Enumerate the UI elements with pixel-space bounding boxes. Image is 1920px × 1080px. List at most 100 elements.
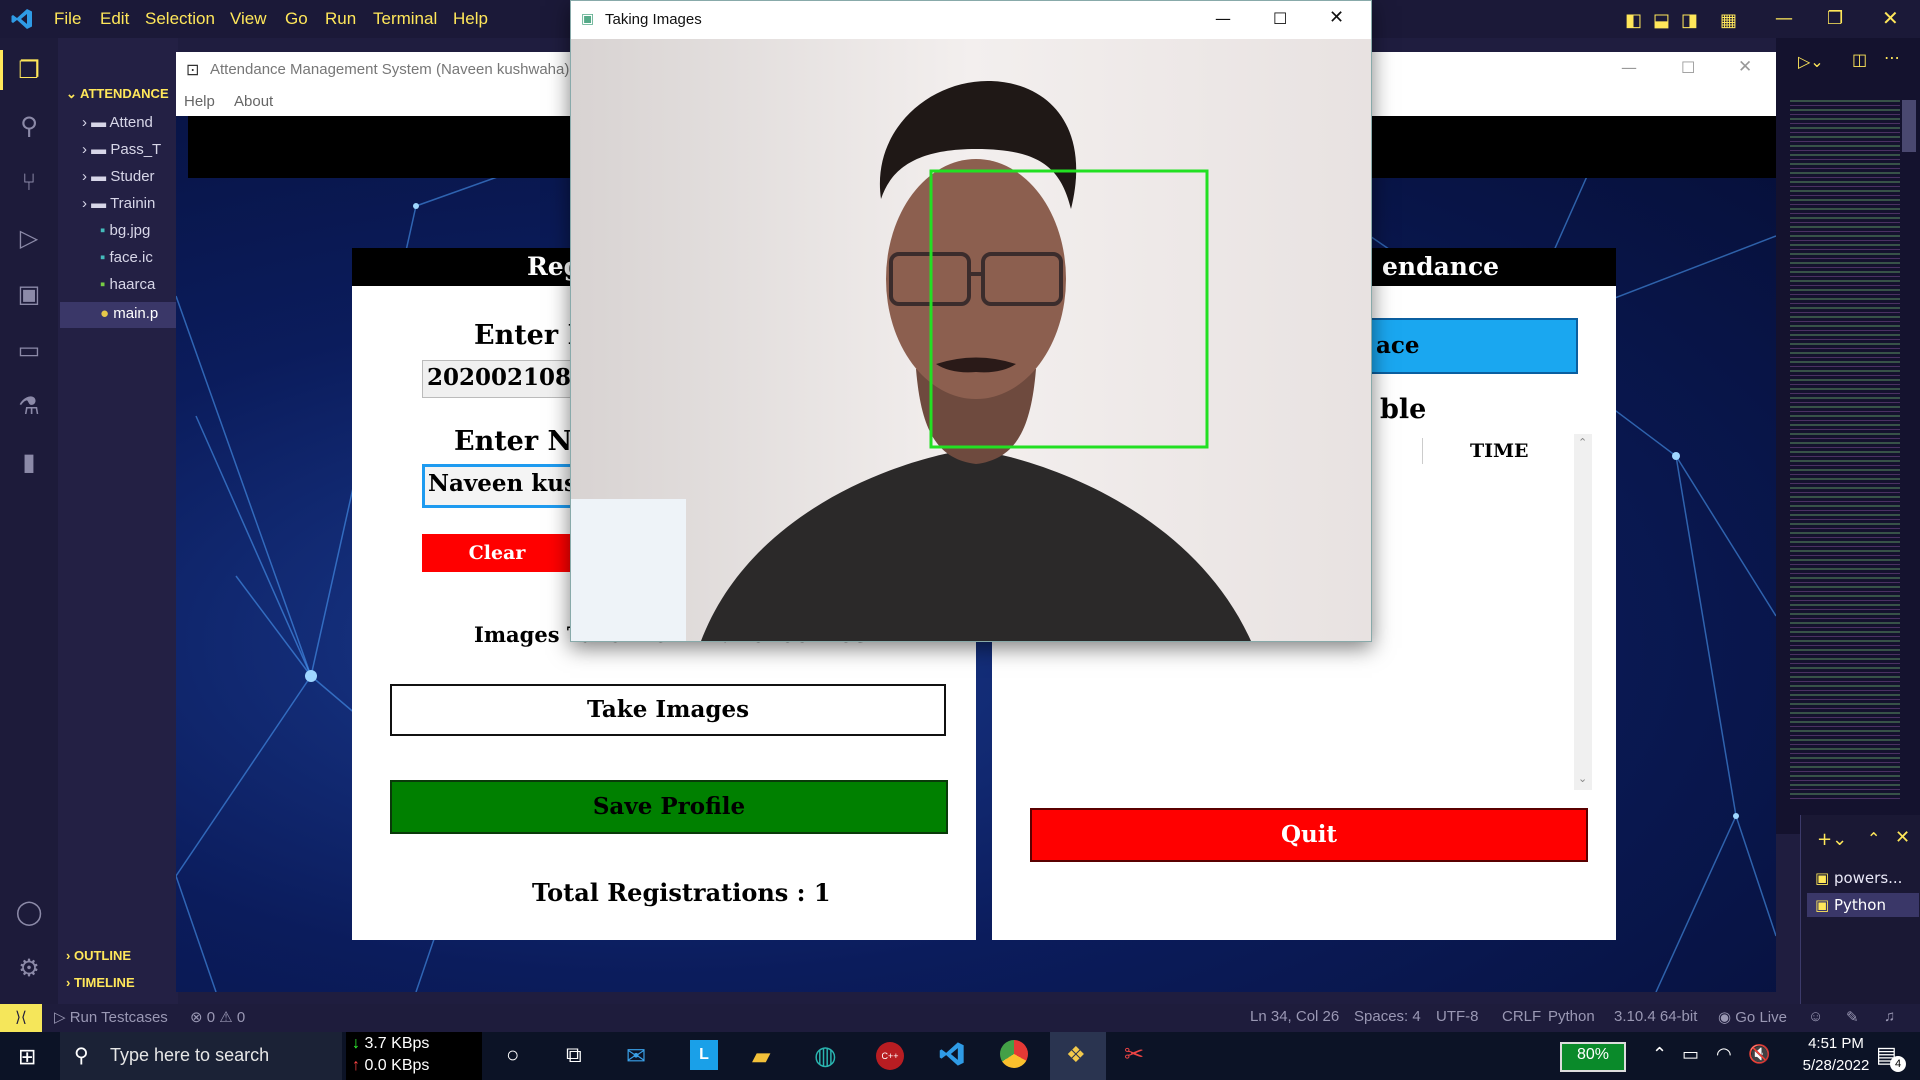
menu-help[interactable]: Help — [453, 9, 488, 29]
go-live[interactable]: ◉ Go Live — [1718, 1008, 1787, 1026]
take-attendance-button[interactable]: ace — [1362, 318, 1578, 374]
encoding[interactable]: UTF-8 — [1436, 1008, 1479, 1025]
timeline-section[interactable]: › TIMELINE — [66, 975, 135, 990]
menu-run[interactable]: Run — [325, 9, 356, 29]
run-debug-icon[interactable]: ▷ — [13, 222, 45, 254]
line-endings[interactable]: CRLF — [1502, 1008, 1541, 1025]
close-icon[interactable]: ✕ — [1882, 6, 1899, 30]
python-interpreter[interactable]: 3.10.4 64-bit — [1614, 1008, 1697, 1025]
file-explorer-icon[interactable]: ▰ — [752, 1042, 770, 1071]
scroll-up-icon[interactable]: ⌃ — [1578, 436, 1587, 449]
id-input[interactable]: 2020021082 — [422, 360, 587, 398]
customize-layout-icon[interactable]: ▦ — [1720, 10, 1737, 31]
edge-browser-icon[interactable]: ◍ — [814, 1040, 837, 1071]
toggle-secondary-sidebar-icon[interactable]: ◨ — [1681, 10, 1698, 31]
copilot-icon[interactable]: ☺ — [1808, 1008, 1823, 1025]
maximize-panel-icon[interactable]: ⌃ — [1867, 829, 1880, 848]
tree-item-selected[interactable]: ● main.p — [60, 302, 178, 328]
charts-icon[interactable]: ▮ — [13, 446, 45, 478]
maximize-icon[interactable]: ☐ — [1273, 9, 1287, 28]
clock-time[interactable]: 4:51 PM — [1786, 1035, 1886, 1052]
wifi-icon[interactable]: ◠ — [1716, 1044, 1732, 1065]
battery-indicator[interactable]: 80% — [1560, 1042, 1626, 1072]
menu-file[interactable]: File — [54, 9, 81, 29]
restore-icon[interactable]: ❐ — [1827, 8, 1843, 29]
scrollbar-thumb[interactable] — [1902, 100, 1916, 152]
volume-muted-icon[interactable]: 🔇 — [1748, 1044, 1770, 1065]
run-testcases[interactable]: ▷ Run Testcases — [54, 1008, 168, 1026]
snipping-tool-icon[interactable]: ✂ — [1124, 1040, 1144, 1069]
scroll-down-icon[interactable]: ⌄ — [1578, 772, 1587, 785]
menu-edit[interactable]: Edit — [100, 9, 129, 29]
remote-explorer-icon[interactable]: ▭ — [13, 334, 45, 366]
more-actions-icon[interactable]: ⋯ — [1884, 48, 1900, 67]
source-control-icon[interactable]: ⑂ — [13, 166, 45, 198]
menu-view[interactable]: View — [230, 9, 267, 29]
explorer-icon[interactable]: ❐ — [13, 54, 45, 86]
minimap[interactable] — [1790, 100, 1900, 800]
linkedin-learning-icon[interactable]: L — [690, 1040, 718, 1070]
clock-date[interactable]: 5/28/2022 — [1786, 1057, 1886, 1074]
task-view-icon[interactable]: ⧉ — [566, 1042, 582, 1068]
time-column-header[interactable]: TIME — [1470, 440, 1529, 462]
testing-icon[interactable]: ⚗ — [13, 390, 45, 422]
minimize-icon[interactable]: — — [1215, 9, 1231, 28]
table-scrollbar[interactable]: ⌃ ⌄ — [1574, 434, 1592, 790]
menu-selection[interactable]: Selection — [145, 9, 215, 29]
tree-item-file[interactable]: ▪ haarca — [100, 276, 155, 293]
feedback-icon[interactable]: ✎ — [1846, 1008, 1859, 1026]
clear-button[interactable]: Clear — [422, 534, 572, 572]
attendance-table[interactable]: TIME ⌃ ⌄ — [1360, 434, 1592, 790]
editor-area[interactable]: ▷⌄ ◫ ⋯ — [1776, 38, 1920, 834]
vscode-taskbar-icon[interactable] — [938, 1040, 966, 1073]
tree-item-folder[interactable]: › ▬ Studer — [82, 168, 155, 185]
taskbar-search-box[interactable]: ⚲ Type here to search — [60, 1032, 342, 1080]
tree-item-folder[interactable]: › ▬ Trainin — [82, 195, 155, 212]
tree-item-file[interactable]: ▪ bg.jpg — [100, 222, 150, 239]
run-file-icon[interactable]: ▷⌄ — [1798, 52, 1824, 71]
minimize-icon[interactable]: — — [1621, 58, 1637, 77]
account-icon[interactable]: ◯ — [13, 896, 45, 928]
language-mode[interactable]: Python — [1548, 1008, 1595, 1025]
close-panel-icon[interactable]: ✕ — [1895, 827, 1910, 848]
chrome-icon[interactable] — [1000, 1040, 1028, 1068]
windows-start-icon[interactable]: ⊞ — [18, 1044, 36, 1070]
problems-indicator[interactable]: ⊗ 0 ⚠ 0 — [190, 1008, 245, 1026]
remote-icon[interactable]: ⟩⟨ — [0, 1004, 42, 1032]
explorer-section-title[interactable]: ⌄ ATTENDANCE — [66, 86, 169, 102]
menu-go[interactable]: Go — [285, 9, 308, 29]
show-hidden-icons[interactable]: ⌃ — [1652, 1044, 1667, 1065]
devcpp-icon[interactable]: C++ — [876, 1042, 904, 1070]
search-icon[interactable]: ⚲ — [13, 110, 45, 142]
split-editor-icon[interactable]: ◫ — [1852, 50, 1867, 69]
indentation[interactable]: Spaces: 4 — [1354, 1008, 1421, 1025]
close-icon[interactable]: ✕ — [1738, 57, 1752, 77]
cortana-icon[interactable]: ○ — [506, 1042, 519, 1068]
save-profile-button[interactable]: Save Profile — [390, 780, 948, 834]
mail-icon[interactable]: ✉ — [626, 1042, 646, 1071]
quit-button[interactable]: Quit — [1030, 808, 1588, 862]
battery-icon[interactable]: ▭ — [1682, 1044, 1699, 1065]
take-images-button[interactable]: Take Images — [390, 684, 946, 736]
python-app-taskbar[interactable]: ❖ — [1050, 1032, 1106, 1080]
minimize-icon[interactable]: — — [1775, 8, 1793, 29]
maximize-icon[interactable]: ☐ — [1681, 58, 1695, 77]
menu-help[interactable]: Help — [184, 93, 215, 110]
outline-section[interactable]: › OUTLINE — [66, 948, 131, 963]
new-terminal-icon[interactable]: +⌄ — [1817, 829, 1847, 850]
toggle-sidebar-icon[interactable]: ◧ — [1625, 10, 1642, 31]
extensions-icon[interactable]: ▣ — [13, 278, 45, 310]
tree-item-folder[interactable]: › ▬ Pass_T — [82, 141, 161, 158]
cursor-position[interactable]: Ln 34, Col 26 — [1250, 1008, 1339, 1025]
tree-item-file[interactable]: ▪ face.ic — [100, 249, 153, 266]
notifications-bell-icon[interactable]: ♫ — [1884, 1008, 1895, 1025]
tree-item-folder[interactable]: › ▬ Attend — [82, 114, 153, 131]
name-input[interactable]: Naveen kushv — [422, 464, 607, 508]
menu-terminal[interactable]: Terminal — [373, 9, 437, 29]
settings-gear-icon[interactable]: ⚙ — [13, 952, 45, 984]
terminal-tab-powershell[interactable]: ▣ powers... — [1815, 869, 1902, 887]
toggle-panel-icon[interactable]: ⬓ — [1653, 10, 1670, 31]
menu-about[interactable]: About — [234, 93, 273, 110]
close-icon[interactable]: ✕ — [1329, 7, 1344, 28]
terminal-tab-python[interactable]: ▣ Python — [1807, 893, 1919, 917]
